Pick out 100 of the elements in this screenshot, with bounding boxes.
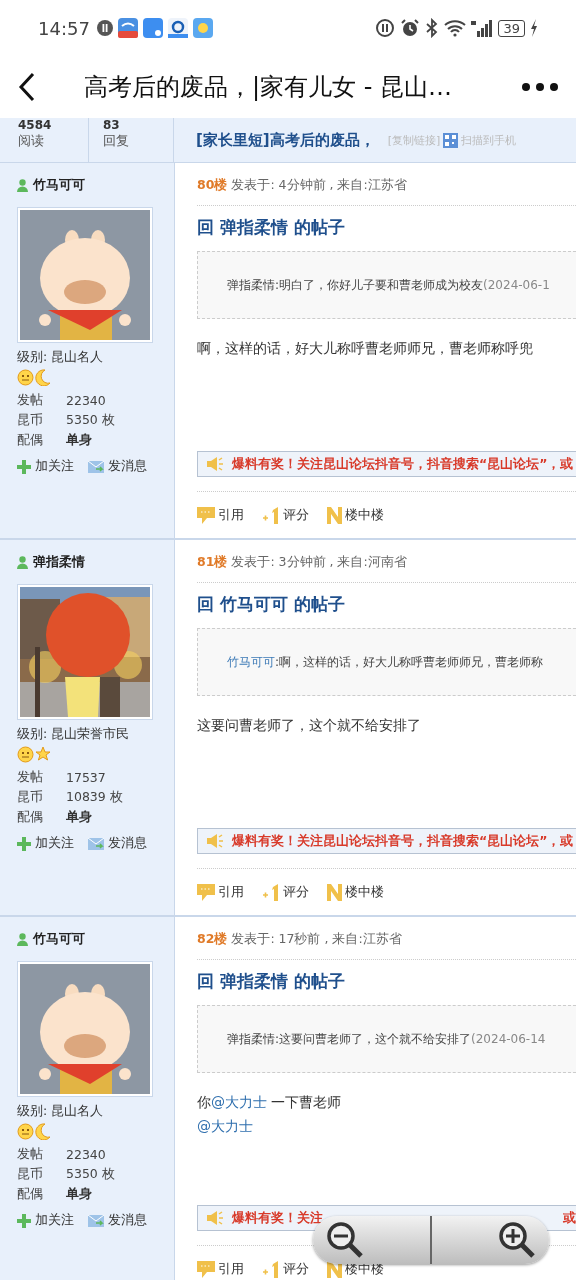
nested-reply-button[interactable]: 楼中楼	[327, 883, 384, 901]
floor-number: 80楼	[197, 176, 228, 194]
nested-reply-button[interactable]: 楼中楼	[327, 506, 384, 524]
floor-number: 82楼	[197, 930, 228, 948]
page-title: 高考后的废品，|家有儿女 - 昆山…	[83, 72, 453, 103]
post-text: 这要问曹老师了，这个就不给安排了	[197, 716, 422, 735]
follow-link[interactable]: 加关注	[17, 835, 74, 852]
floor-number: 81楼	[197, 553, 228, 571]
plus-one-icon	[262, 1260, 280, 1278]
stat-label: 昆币	[17, 788, 44, 806]
plus-one-icon	[262, 883, 280, 901]
view-label: 阅读	[18, 132, 45, 150]
speaker-icon	[206, 456, 224, 472]
user-name[interactable]: 竹马可可	[33, 930, 85, 948]
reply-title: 回 竹马可可 的帖子	[197, 593, 346, 616]
star-medal-icon	[35, 746, 51, 762]
promo-text: 爆料有奖！关注昆山论坛抖音号，抖音搜索“昆山论坛”，或	[232, 455, 574, 473]
signal-icon	[471, 19, 494, 37]
plus-one-icon	[262, 506, 280, 524]
rate-button[interactable]: 评分	[262, 883, 309, 901]
quote-author: 弹指柔情	[227, 1031, 275, 1046]
stat-value: 22340	[66, 392, 106, 408]
message-link[interactable]: 发消息	[88, 835, 147, 852]
app-icon	[117, 18, 138, 38]
wifi-icon	[444, 19, 467, 37]
user-level: 级别: 昆山名人	[17, 349, 105, 366]
user-level: 级别: 昆山名人	[17, 1103, 105, 1120]
post-meta: 发表于: 3分钟前 , 来自:河南省	[231, 553, 407, 571]
smiley-medal-icon	[17, 369, 34, 386]
mention-link[interactable]: @大力士	[197, 1118, 253, 1134]
user-name[interactable]: 弹指柔情	[33, 553, 85, 571]
reply-label: 回复	[103, 132, 130, 150]
stat-label: 发帖	[17, 768, 44, 786]
post-text: 啊，这样的话，好大儿称呼曹老师师兄，曹老师称呼兜	[197, 339, 534, 358]
battery-level: 39	[498, 19, 525, 37]
plus-icon	[17, 836, 31, 851]
status-time: 14:57	[38, 17, 90, 39]
mention-link[interactable]: @大力士	[211, 1094, 267, 1110]
zoom-in-button[interactable]	[430, 1216, 549, 1264]
promo-banner[interactable]: 爆料有奖！关注昆山论坛抖音号，抖音搜索“昆山论坛”，或	[197, 451, 576, 477]
follow-link[interactable]: 加关注	[17, 1212, 74, 1229]
reply-title: 回 弹指柔情 的帖子	[197, 216, 346, 239]
weather-icon	[192, 18, 213, 38]
stat-label: 发帖	[17, 1145, 44, 1163]
stat-value: 单身	[66, 808, 92, 826]
smiley-medal-icon	[17, 746, 34, 763]
more-icon[interactable]	[522, 83, 558, 91]
bluetooth-icon	[425, 18, 440, 38]
envelope-icon	[88, 460, 104, 473]
promo-text: 爆料有奖！关注	[232, 1209, 323, 1227]
quote-text: 弹指柔情:这要问曹老师了，这个就不给安排了(2024-06-14	[227, 1030, 546, 1048]
floor-icon	[327, 883, 342, 901]
rate-button[interactable]: 评分	[262, 506, 309, 524]
stat-value: 5350 枚	[66, 411, 115, 429]
moon-medal-icon	[35, 369, 51, 386]
charging-icon	[530, 19, 538, 37]
view-count: 4584	[18, 118, 53, 132]
quote-button[interactable]: 引用	[197, 506, 244, 524]
stat-label: 配偶	[17, 808, 44, 826]
stat-value: 单身	[66, 431, 92, 449]
quote-text: 弹指柔情:明白了，你好儿子要和曹老师成为校友(2024-06-1	[227, 276, 550, 294]
user-level: 级别: 昆山荣誉市民	[17, 726, 131, 743]
post-meta: 发表于: 17秒前 , 来自:江苏省	[231, 930, 402, 948]
app-icon	[167, 18, 188, 38]
stat-value: 17537	[66, 769, 106, 785]
moon-medal-icon	[35, 1123, 51, 1140]
floor-icon	[327, 506, 342, 524]
author-link[interactable]: 竹马可可	[227, 654, 275, 669]
promo-text: 或	[563, 1209, 576, 1227]
reply-count: 83	[103, 118, 121, 132]
zoom-out-icon	[325, 1220, 365, 1260]
message-link[interactable]: 发消息	[88, 1212, 147, 1229]
user-name[interactable]: 竹马可可	[33, 176, 85, 194]
rate-button[interactable]: 评分	[262, 1260, 309, 1278]
plus-icon	[17, 459, 31, 474]
quote-button[interactable]: 引用	[197, 1260, 244, 1278]
thread-title: [家长里短]高考后的废品，	[196, 130, 375, 150]
promo-banner[interactable]: 爆料有奖！关注昆山论坛抖音号，抖音搜索“昆山论坛”，或	[197, 828, 576, 854]
post-text: 你@大力士 一下曹老师	[197, 1093, 343, 1112]
follow-link[interactable]: 加关注	[17, 458, 74, 475]
quote-button[interactable]: 引用	[197, 883, 244, 901]
envelope-icon	[88, 1214, 104, 1227]
speech-bubble-icon	[197, 883, 215, 901]
reply-title: 回 弹指柔情 的帖子	[197, 970, 346, 993]
speech-bubble-icon	[197, 506, 215, 524]
speaker-icon	[206, 833, 224, 849]
plus-icon	[17, 1213, 31, 1228]
stat-value: 5350 枚	[66, 1165, 115, 1183]
quote-text: 竹马可可:啊，这样的话，好大儿称呼曹老师师兄，曹老师称	[227, 653, 544, 671]
stat-label: 配偶	[17, 431, 44, 449]
qr-code-icon[interactable]	[443, 132, 459, 148]
message-link[interactable]: 发消息	[88, 458, 147, 475]
post-meta: 发表于: 4分钟前 , 来自:江苏省	[231, 176, 407, 194]
pause-icon	[96, 20, 113, 36]
back-icon[interactable]	[18, 72, 36, 102]
stat-value: 22340	[66, 1146, 106, 1162]
smiley-medal-icon	[17, 1123, 34, 1140]
stat-value: 单身	[66, 1185, 92, 1203]
stat-label: 配偶	[17, 1185, 44, 1203]
promo-text: 爆料有奖！关注昆山论坛抖音号，抖音搜索“昆山论坛”，或	[232, 832, 574, 850]
